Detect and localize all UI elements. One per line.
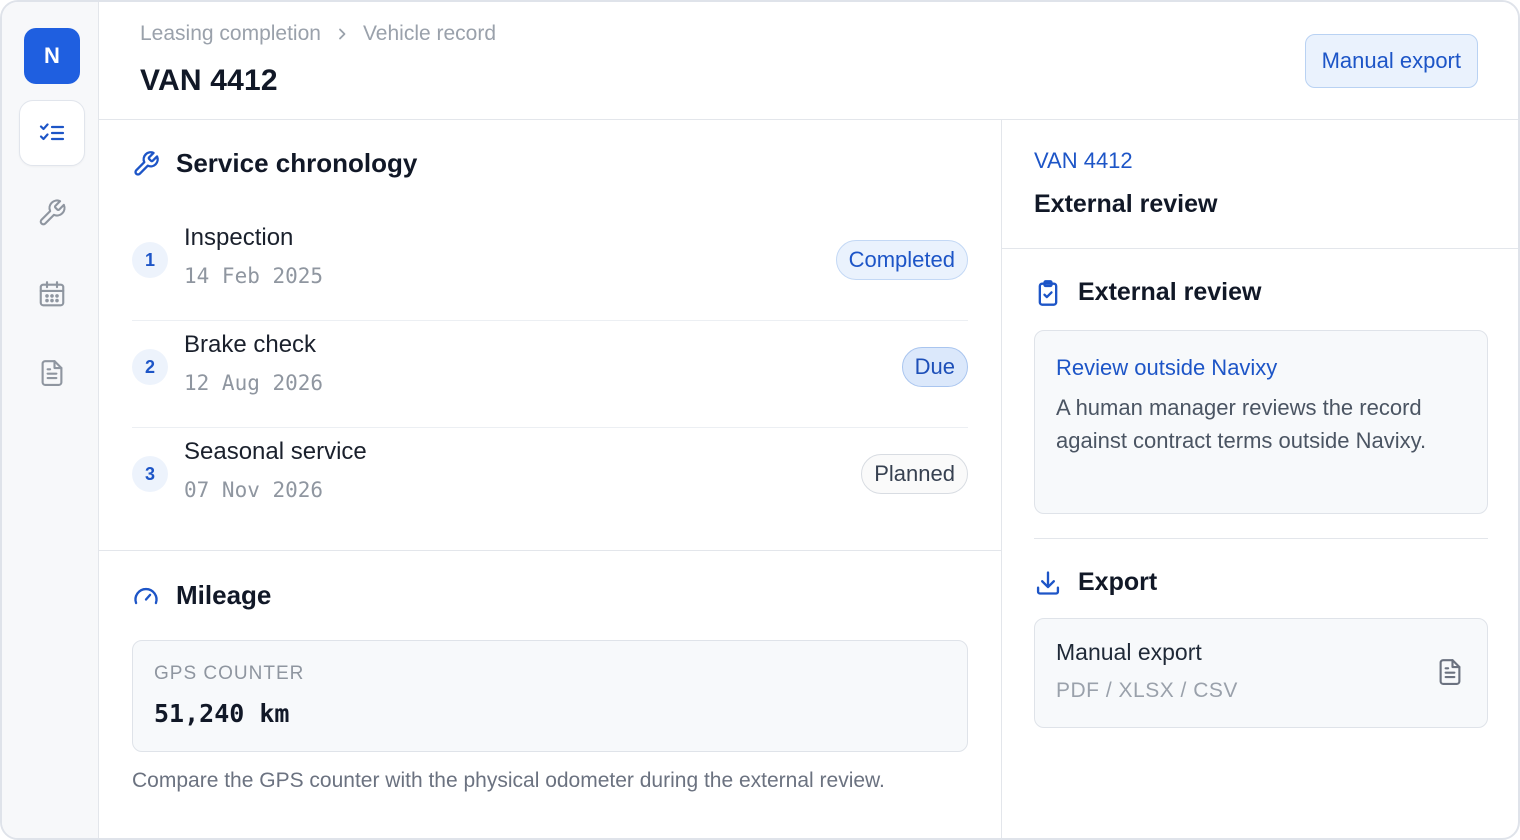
clipboard-check-icon xyxy=(1038,279,1058,306)
status-badge: Due xyxy=(901,347,968,387)
step-number: 2 xyxy=(132,349,168,385)
section-title: External review xyxy=(1078,278,1262,306)
manual-export-button[interactable]: Manual export xyxy=(1304,34,1478,88)
section-title: Service chronology xyxy=(176,148,418,178)
mileage-note: Compare the GPS counter with the physica… xyxy=(132,769,885,792)
wrench-icon xyxy=(134,150,159,176)
panel-vehicle-id: VAN 4412 xyxy=(1034,148,1133,173)
panel-divider xyxy=(1002,248,1518,249)
external-review-card: Review outside Navixy A human manager re… xyxy=(1034,330,1488,514)
service-title: Brake check xyxy=(184,331,317,358)
service-timeline: 1 Inspection 14 Feb 2025 Completed 2 Bra… xyxy=(132,214,968,535)
panel-divider xyxy=(1034,538,1488,539)
step-number: 1 xyxy=(132,242,168,278)
service-date: 12 Aug 2026 xyxy=(184,371,324,395)
section-title: Export xyxy=(1078,568,1158,596)
wrench-icon xyxy=(39,199,66,226)
status-badge: Planned xyxy=(861,454,968,494)
breadcrumb: Leasing completion Vehicle record xyxy=(140,22,496,46)
review-outside-link[interactable]: Review outside Navixy xyxy=(1056,355,1277,381)
gps-counter-value: 51,240 km xyxy=(154,699,290,728)
document-icon xyxy=(41,360,63,386)
breadcrumb-item-vehicle: Vehicle record xyxy=(362,22,497,45)
review-panel: VAN 4412 External review External review… xyxy=(1002,120,1518,838)
service-date: 07 Nov 2026 xyxy=(184,478,324,502)
sidebar-item-service[interactable] xyxy=(19,180,85,246)
section-title: Mileage xyxy=(176,580,272,610)
panel-title: External review xyxy=(1034,190,1218,218)
sidebar-item-calendar[interactable] xyxy=(19,261,85,327)
mileage-heading: Mileage xyxy=(132,580,271,611)
service-title: Seasonal service xyxy=(184,438,367,465)
export-heading: Export xyxy=(1034,568,1157,597)
service-date: 14 Feb 2025 xyxy=(184,264,324,288)
checklist-icon xyxy=(39,123,65,141)
main-content: Service chronology 1 Inspection 14 Feb 2… xyxy=(99,120,1002,838)
calendar-icon xyxy=(39,281,65,307)
service-chronology-heading: Service chronology xyxy=(132,148,417,179)
document-icon xyxy=(1439,659,1461,685)
review-description: A human manager reviews the record again… xyxy=(1056,395,1427,453)
manual-export-card[interactable]: Manual export PDF / XLSX / CSV xyxy=(1034,618,1488,728)
app-frame: N Leasing completion Vehicle record VAN … xyxy=(0,0,1520,840)
app-logo[interactable]: N xyxy=(24,28,80,84)
sidebar: N xyxy=(2,2,99,838)
gauge-icon xyxy=(134,587,158,604)
service-title: Inspection xyxy=(184,224,294,251)
download-icon xyxy=(1036,570,1060,595)
sidebar-item-documents[interactable] xyxy=(19,340,85,406)
export-formats: PDF / XLSX / CSV xyxy=(1056,679,1238,702)
gps-counter-card: GPS COUNTER 51,240 km xyxy=(132,640,968,752)
external-review-heading: External review xyxy=(1034,278,1261,307)
step-number: 3 xyxy=(132,456,168,492)
breadcrumb-item-leasing[interactable]: Leasing completion xyxy=(140,22,321,46)
gps-counter-label: GPS COUNTER xyxy=(154,663,305,684)
chevron-right-icon xyxy=(339,28,346,40)
timeline-item[interactable]: 3 Seasonal service 07 Nov 2026 Planned xyxy=(132,428,968,535)
timeline-item[interactable]: 2 Brake check 12 Aug 2026 Due xyxy=(132,321,968,428)
timeline-item[interactable]: 1 Inspection 14 Feb 2025 Completed xyxy=(132,214,968,321)
export-title: Manual export xyxy=(1056,639,1202,665)
sidebar-item-checklist[interactable] xyxy=(19,100,85,166)
page-header: Leasing completion Vehicle record VAN 44… xyxy=(99,2,1518,120)
section-divider xyxy=(99,550,1001,551)
page-title: VAN 4412 xyxy=(140,64,278,97)
status-badge: Completed xyxy=(835,240,968,280)
